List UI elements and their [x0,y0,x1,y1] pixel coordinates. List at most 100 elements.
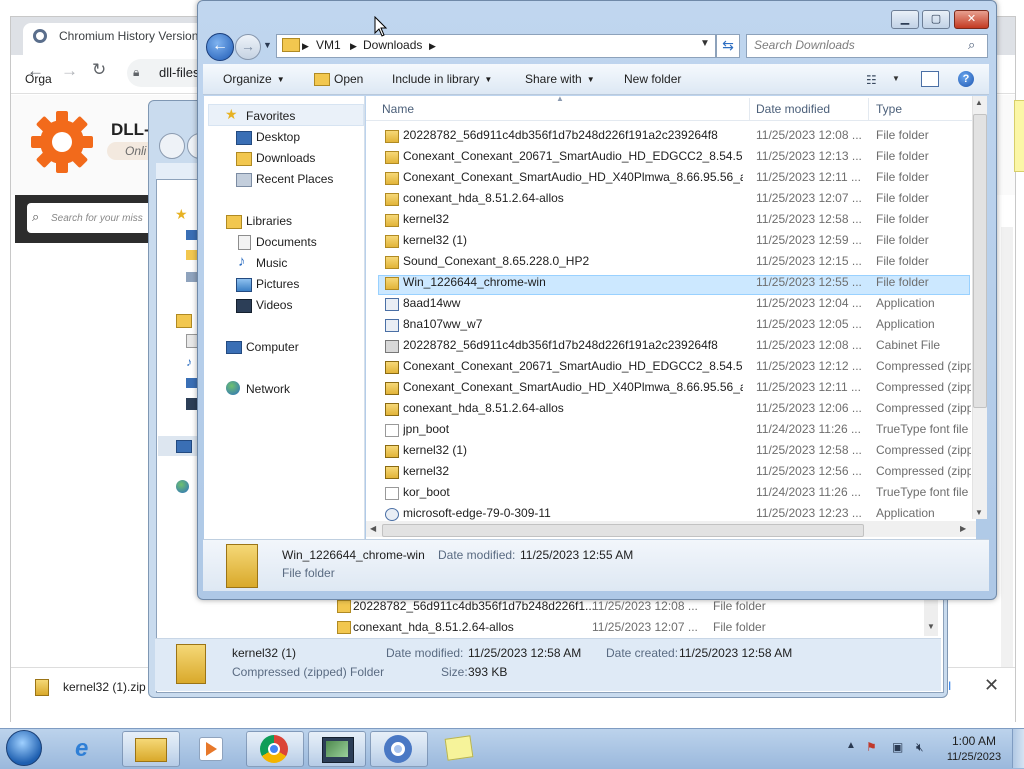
share-with-button[interactable]: Share with ▼ [525,72,595,86]
clock-date[interactable]: 11/25/2023 [936,751,1012,763]
row-name[interactable]: microsoft-edge-79-0-309-11 [403,506,743,520]
row-name[interactable]: Conexant_Conexant_SmartAudio_HD_X40Plmwa… [403,170,743,184]
row-name[interactable]: Conexant_Conexant_20671_SmartAudio_HD_ED… [403,359,743,373]
minimize-button[interactable]: ▁ [891,10,919,29]
folder-icon [337,621,351,634]
row-name[interactable]: conexant_hda_8.51.2.64-allos [403,191,743,205]
reload-icon[interactable]: ↻ [92,60,106,80]
row-name[interactable]: Conexant_Conexant_20671_SmartAudio_HD_ED… [403,149,743,163]
row-name[interactable]: 8aad14ww [403,296,743,310]
new-folder-button[interactable]: New folder [624,72,681,86]
scroll-thumb[interactable] [973,114,987,408]
forward-button[interactable]: → [235,34,261,60]
row-name[interactable]: Conexant_Conexant_SmartAudio_HD_X40Plmwa… [403,380,743,394]
nav-network[interactable]: Network [246,382,290,396]
site-search-icon: ⌕ [32,209,40,224]
back-row-0-name[interactable]: 20228782_56d911c4db356f1d7b248d226f1... [353,599,595,613]
row-name[interactable]: Sound_Conexant_8.65.228.0_HP2 [403,254,743,268]
row-name[interactable]: kor_boot [403,485,743,499]
help-icon[interactable]: ? [958,71,974,87]
nav-favorites[interactable]: Favorites [246,109,295,123]
address-dropdown-icon[interactable]: ▼ [700,38,710,49]
row-name[interactable]: kernel32 (1) [403,443,743,457]
nav-computer[interactable]: Computer [246,340,299,354]
nav-videos[interactable]: Videos [256,298,292,312]
preview-pane-icon[interactable] [921,71,939,87]
volume-icon[interactable]: 🔇︎ [916,740,924,755]
nav-pictures[interactable]: Pictures [256,277,299,291]
column-header-name[interactable]: Name [382,102,414,116]
search-icon[interactable]: ⌕ [968,37,975,53]
taskbar-file-explorer[interactable] [122,731,180,767]
taskbar-chrome[interactable] [246,731,304,767]
network-icon [226,381,240,395]
maximize-button[interactable]: ▢ [922,10,950,29]
chevron-right-icon[interactable]: ▶ [350,41,357,52]
scroll-down-icon[interactable]: ▼ [975,508,983,517]
scroll-down-icon[interactable]: ▼ [927,622,935,631]
row-name[interactable]: Win_1226644_chrome-win [403,275,743,289]
breadcrumb-vm1[interactable]: VM1 [316,38,341,52]
refresh-icon[interactable]: ⇆ [716,34,740,58]
back-details-dm: 11/25/2023 12:58 AM [468,646,582,660]
taskbar-task-manager[interactable] [308,731,366,767]
download-item-name[interactable]: kernel32 (1).zip [63,680,146,694]
nav-libraries[interactable]: Libraries [246,214,292,228]
include-in-library-button[interactable]: Include in library ▼ [392,72,492,86]
back-button[interactable]: ← [206,33,234,61]
clock-time[interactable]: 1:00 AM [946,734,1002,748]
nav-music[interactable]: Music [256,256,287,270]
column-header-type[interactable]: Type [876,102,902,116]
chevron-right-icon[interactable]: ▶ [302,41,309,52]
chevron-down-icon[interactable]: ▼ [892,74,900,83]
column-divider[interactable] [749,98,750,120]
back-row-1-name[interactable]: conexant_hda_8.51.2.64-allos [353,620,514,634]
close-icon[interactable]: ✕ [984,675,999,696]
horizontal-scroll-thumb[interactable] [382,524,864,537]
star-icon: ★ [175,206,188,222]
row-name[interactable]: kernel32 [403,212,743,226]
network-tray-icon[interactable]: ▣ [892,740,903,754]
taskbar-internet-explorer[interactable]: e [62,731,118,765]
breadcrumb-downloads[interactable]: Downloads [363,38,422,52]
folder-icon [385,214,399,227]
back-button[interactable] [159,133,185,159]
nav-recent-places[interactable]: Recent Places [256,172,333,186]
nav-desktop[interactable]: Desktop [256,130,300,144]
nav-downloads[interactable]: Downloads [256,151,315,165]
column-header-date[interactable]: Date modified [756,102,830,116]
column-divider[interactable] [868,98,869,120]
documents-icon [238,235,251,250]
recent-pages-chevron-icon[interactable]: ▼ [263,40,272,50]
taskbar-chromium[interactable] [370,731,428,767]
chrome-scrollbar[interactable] [1001,227,1013,667]
row-name[interactable]: 8na107ww_w7 [403,317,743,331]
row-name[interactable]: jpn_boot [403,422,743,436]
scroll-right-icon[interactable]: ▶ [960,524,966,533]
row-name[interactable]: kernel32 (1) [403,233,743,247]
open-button[interactable]: Open [334,72,363,86]
action-center-flag-icon[interactable]: ⚑ [866,740,877,754]
organize-button[interactable]: Organize ▼ [223,72,285,86]
address-bar[interactable] [276,34,716,58]
row-name[interactable]: kernel32 [403,464,743,478]
folder-icon [385,256,399,269]
close-button[interactable]: ✕ [954,10,989,29]
row-name[interactable]: 20228782_56d911c4db356f1d7b248d226f191a2… [403,128,743,142]
show-desktop-button[interactable] [1012,729,1024,768]
taskbar-media-player[interactable] [182,731,238,765]
forward-arrow-icon[interactable]: → [61,61,78,81]
organize-button[interactable]: Orga [25,72,52,86]
row-name[interactable]: 20228782_56d911c4db356f1d7b248d226f191a2… [403,338,743,352]
views-icon[interactable]: ☷ [866,73,877,87]
chevron-right-icon[interactable]: ▶ [429,41,436,52]
nav-documents[interactable]: Documents [256,235,317,249]
task-manager-screen [326,741,348,757]
scroll-up-icon[interactable]: ▲ [975,98,983,107]
scroll-left-icon[interactable]: ◀ [370,524,376,533]
taskbar-sticky-notes[interactable] [432,731,488,765]
start-orb[interactable] [4,730,44,766]
music-icon: ♪ [186,355,192,369]
row-name[interactable]: conexant_hda_8.51.2.64-allos [403,401,743,415]
show-hidden-icons-icon[interactable]: ▲ [846,740,856,751]
